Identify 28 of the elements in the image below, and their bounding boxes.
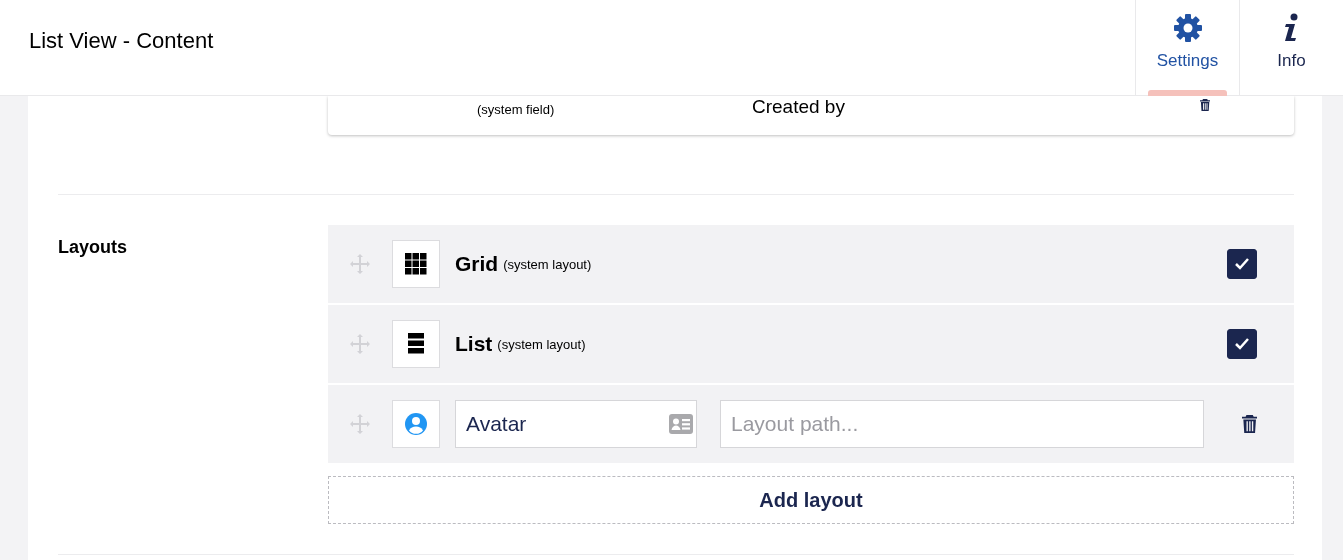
trash-icon[interactable] (1199, 99, 1210, 111)
user-icon (404, 412, 428, 436)
layout-name-field[interactable]: Avatar (455, 400, 697, 448)
field-label: Created by (752, 96, 845, 117)
layout-icon-box[interactable] (392, 240, 440, 288)
trash-icon[interactable] (1241, 415, 1257, 433)
list-icon (408, 333, 424, 355)
grid-icon (405, 253, 427, 275)
move-handle-icon[interactable] (350, 254, 370, 274)
layout-name: List (455, 332, 493, 356)
layout-note: (system layout) (503, 256, 593, 272)
add-layout-button[interactable]: Add layout (328, 476, 1294, 524)
layout-name: Grid (455, 252, 499, 276)
checkbox[interactable] (1227, 249, 1257, 279)
move-handle-icon[interactable] (350, 414, 370, 434)
layout-note: (system layout) (497, 336, 587, 352)
id-card-icon (669, 414, 693, 434)
section-label: Layouts (58, 236, 128, 259)
checkmark-icon (1234, 337, 1250, 351)
settings-icon (1172, 12, 1203, 43)
info-icon (1283, 12, 1300, 43)
layout-icon-box[interactable] (392, 320, 440, 368)
checkbox[interactable] (1227, 329, 1257, 359)
move-handle-icon[interactable] (350, 334, 370, 354)
page-title: List View - Content (28, 26, 215, 55)
field-note: (system field) (477, 102, 555, 117)
checkmark-icon (1234, 257, 1250, 271)
layout-path-field[interactable]: Layout path... (720, 400, 1204, 448)
